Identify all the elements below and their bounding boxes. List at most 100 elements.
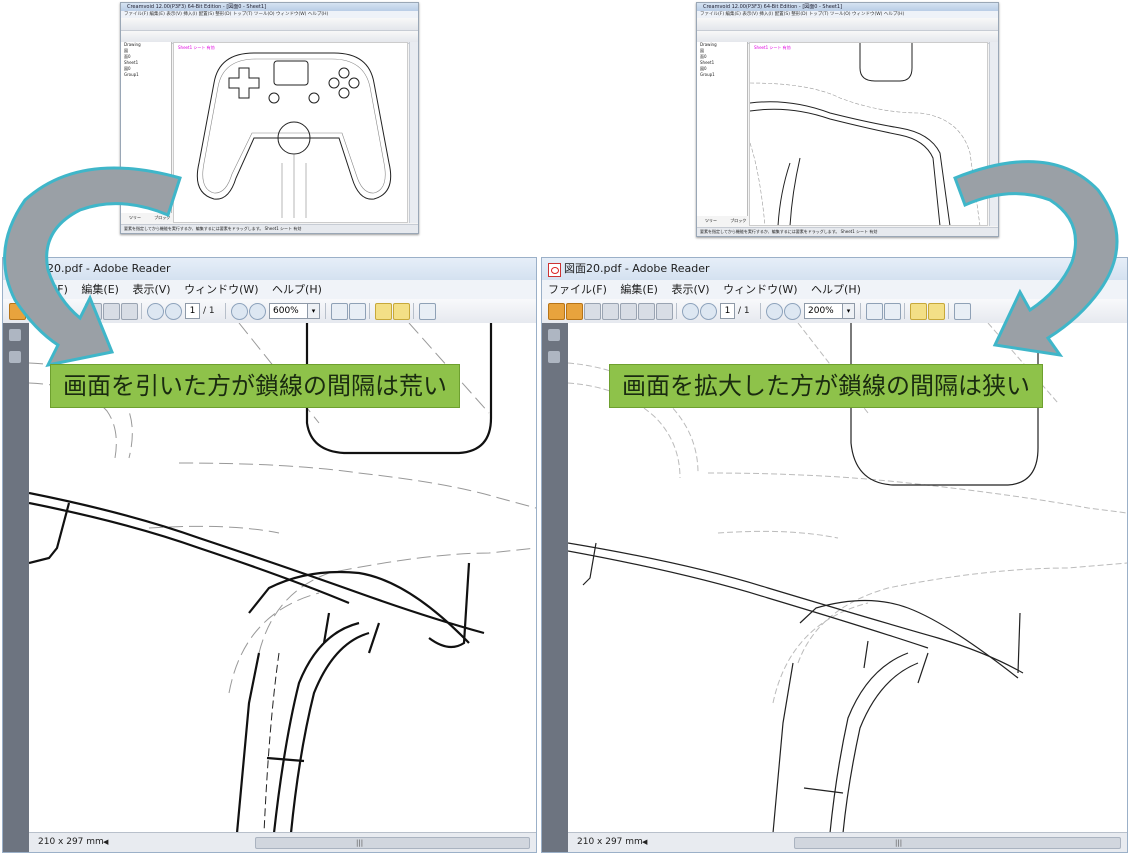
scroll-left-icon[interactable]: ◀ bbox=[642, 833, 647, 852]
reader-window-right: 図面20.pdf - Adobe Reader ファイル(F) 編集(E) 表示… bbox=[541, 257, 1128, 853]
scrollbar-grip-icon[interactable]: ||| bbox=[895, 838, 902, 848]
attachment-icon[interactable] bbox=[9, 351, 21, 363]
thumb-vertical-toolbar bbox=[409, 42, 418, 223]
tab-block: ブロック bbox=[730, 218, 747, 223]
create-pdf-icon[interactable] bbox=[566, 303, 583, 320]
thumbnail-cad-left: Creamvoid 12.00(P3F3) 64-Bit Edition - [… bbox=[120, 2, 419, 234]
thumbnail-cad-right: Creamvoid 12.00(P3F3) 64-Bit Edition - [… bbox=[696, 2, 999, 237]
horizontal-scrollbar[interactable]: ||| bbox=[794, 837, 1121, 849]
menu-file[interactable]: ファイル(F) bbox=[548, 283, 607, 296]
navigation-pane bbox=[3, 323, 29, 852]
horizontal-scrollbar[interactable]: ||| bbox=[255, 837, 530, 849]
tree-item: Group1 bbox=[700, 72, 715, 77]
open-icon[interactable] bbox=[9, 303, 26, 320]
separator bbox=[225, 303, 226, 319]
pages-icon[interactable] bbox=[9, 329, 21, 341]
thumb-tree-panel: Drawing 図 面0 Sheet1 図0 Group1 bbox=[121, 42, 172, 213]
edit-icon[interactable] bbox=[584, 303, 601, 320]
tab-tree: ツリー bbox=[705, 218, 717, 223]
separator bbox=[413, 303, 414, 319]
tab-tree: ツリー bbox=[129, 215, 141, 220]
save-icon[interactable] bbox=[620, 303, 637, 320]
menu-view[interactable]: 表示(V) bbox=[671, 283, 709, 296]
separator bbox=[325, 303, 326, 319]
separator bbox=[760, 303, 761, 319]
zoomed-drawing bbox=[750, 43, 981, 225]
fit-page-icon[interactable] bbox=[349, 303, 366, 320]
separator bbox=[904, 303, 905, 319]
thumb-status: 要素を指定してから機能を実行するか、編集するには要素をドラッグします。 Shee… bbox=[121, 224, 418, 233]
page-size-label: 210 x 297 mm bbox=[577, 837, 643, 847]
separator bbox=[369, 303, 370, 319]
callout-left: 画面を引いた方が鎖線の間隔は荒い bbox=[50, 364, 460, 408]
zoom-dropdown-icon[interactable]: ▾ bbox=[307, 303, 320, 319]
comment-icon[interactable] bbox=[375, 303, 392, 320]
menu-help[interactable]: ヘルプ(H) bbox=[811, 283, 861, 296]
navigation-pane bbox=[542, 323, 568, 852]
callout-right: 画面を拡大した方が鎖線の間隔は狭い bbox=[609, 364, 1043, 408]
zoom-level-input[interactable]: 200% bbox=[804, 303, 843, 319]
prev-page-icon[interactable] bbox=[682, 303, 699, 320]
next-page-icon[interactable] bbox=[165, 303, 182, 320]
separator bbox=[676, 303, 677, 319]
thumb-vertical-toolbar bbox=[989, 42, 998, 226]
zoom-out-icon[interactable] bbox=[231, 303, 248, 320]
menu-view[interactable]: 表示(V) bbox=[132, 283, 170, 296]
page-number-input[interactable]: 1 bbox=[720, 303, 735, 319]
menu-help[interactable]: ヘルプ(H) bbox=[272, 283, 322, 296]
email-icon[interactable] bbox=[121, 303, 138, 320]
print-icon[interactable] bbox=[103, 303, 120, 320]
fit-width-icon[interactable] bbox=[866, 303, 883, 320]
next-page-icon[interactable] bbox=[700, 303, 717, 320]
email-icon[interactable] bbox=[656, 303, 673, 320]
separator bbox=[948, 303, 949, 319]
zoom-dropdown-icon[interactable]: ▾ bbox=[842, 303, 855, 319]
thumb-tabs: ツリー ブロック bbox=[121, 215, 171, 221]
print-icon[interactable] bbox=[638, 303, 655, 320]
zoom-in-icon[interactable] bbox=[249, 303, 266, 320]
thumb-title: Creamvoid 12.00(P3F3) 64-Bit Edition - [… bbox=[121, 3, 418, 11]
reader-window-left: 図面20.pdf - Adobe Reader ファイル(F) 編集(E) 表示… bbox=[2, 257, 537, 853]
thumb-canvas: Sheet1 シート 有効 bbox=[749, 42, 988, 226]
fit-page-icon[interactable] bbox=[884, 303, 901, 320]
sheet-label: Sheet1 シート 有効 bbox=[178, 45, 215, 50]
menu-window[interactable]: ウィンドウ(W) bbox=[723, 283, 797, 296]
comment-icon[interactable] bbox=[910, 303, 927, 320]
thumb-canvas: Sheet1 シート 有効 bbox=[173, 42, 408, 223]
open-icon[interactable] bbox=[548, 303, 565, 320]
controller-drawing bbox=[196, 52, 392, 218]
cloud-icon[interactable] bbox=[602, 303, 619, 320]
menu-window[interactable]: ウィンドウ(W) bbox=[184, 283, 258, 296]
separator bbox=[141, 303, 142, 319]
create-pdf-icon[interactable] bbox=[27, 303, 44, 320]
prev-page-icon[interactable] bbox=[147, 303, 164, 320]
save-icon[interactable] bbox=[85, 303, 102, 320]
pdf-icon bbox=[548, 263, 561, 277]
scrollbar-grip-icon[interactable]: ||| bbox=[356, 838, 363, 848]
page-number-input[interactable]: 1 bbox=[185, 303, 200, 319]
zoom-level-input[interactable]: 600% bbox=[269, 303, 308, 319]
page-total: / 1 bbox=[738, 306, 750, 316]
toolbar: 1 / 1 600% ▾ bbox=[3, 299, 536, 324]
pages-icon[interactable] bbox=[548, 329, 560, 341]
highlight-icon[interactable] bbox=[928, 303, 945, 320]
edit-icon[interactable] bbox=[45, 303, 62, 320]
highlight-icon[interactable] bbox=[393, 303, 410, 320]
expand-icon[interactable] bbox=[954, 303, 971, 320]
zoom-in-icon[interactable] bbox=[784, 303, 801, 320]
expand-icon[interactable] bbox=[419, 303, 436, 320]
status-bar: 210 x 297 mm ◀ ||| bbox=[568, 832, 1127, 852]
pdf-icon bbox=[9, 263, 22, 277]
menu-edit[interactable]: 編集(E) bbox=[620, 283, 658, 296]
menu-bar: ファイル(F) 編集(E) 表示(V) ウィンドウ(W) ヘルプ(H) bbox=[3, 280, 536, 299]
scroll-left-icon[interactable]: ◀ bbox=[103, 833, 108, 852]
menu-file[interactable]: ファイル(F) bbox=[9, 283, 68, 296]
thumb-status: 要素を指定してから機能を実行するか、編集するには要素をドラッグします。 Shee… bbox=[697, 227, 998, 236]
fit-width-icon[interactable] bbox=[331, 303, 348, 320]
menu-edit[interactable]: 編集(E) bbox=[81, 283, 119, 296]
window-title: 図面20.pdf - Adobe Reader bbox=[25, 262, 171, 275]
zoom-out-icon[interactable] bbox=[766, 303, 783, 320]
thumb-menu: ファイル(F) 編集(E) 表示(V) 挿入(I) 配置(S) 整形(D) トッ… bbox=[121, 11, 418, 18]
window-title: 図面20.pdf - Adobe Reader bbox=[564, 262, 710, 275]
attachment-icon[interactable] bbox=[548, 351, 560, 363]
